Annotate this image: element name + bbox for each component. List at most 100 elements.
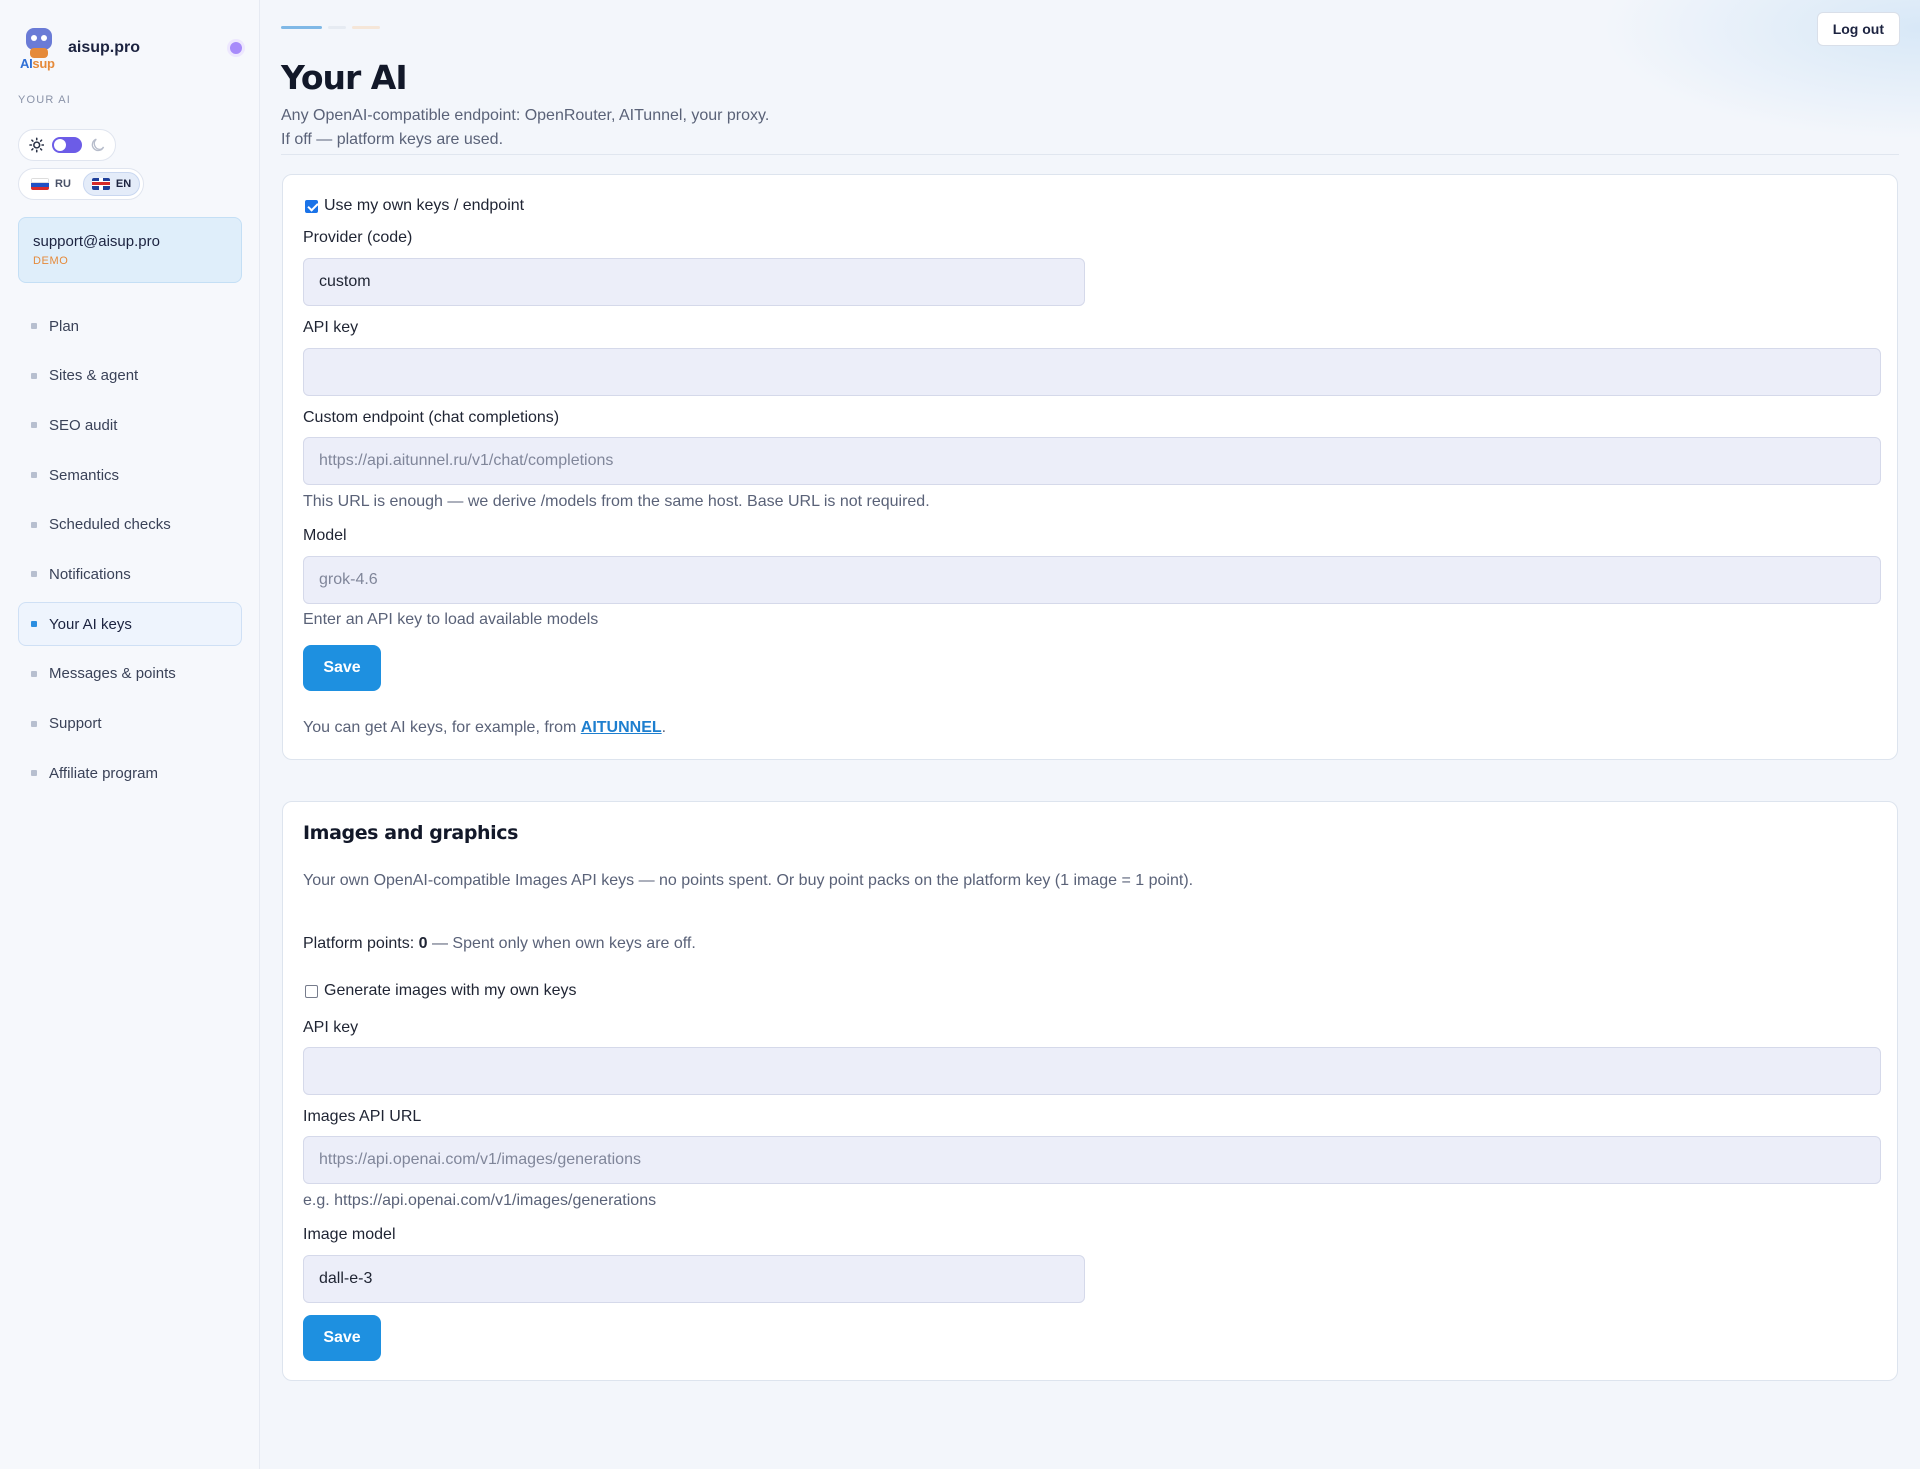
points-label: Platform points: bbox=[303, 935, 419, 952]
bullet-icon bbox=[31, 770, 37, 777]
russia-flag-icon bbox=[31, 178, 49, 190]
checkbox-label: Use my own keys / endpoint bbox=[324, 197, 525, 214]
page-progress bbox=[281, 26, 380, 29]
keys-source-note: You can get AI keys, for example, from A… bbox=[303, 719, 666, 737]
bullet-icon bbox=[31, 521, 37, 528]
sidebar-item-support[interactable]: Support bbox=[18, 702, 242, 746]
api-key-input[interactable] bbox=[303, 348, 1881, 396]
page-subtitle-line: If off — platform keys are used. bbox=[281, 131, 504, 148]
sidebar-item-messages-points[interactable]: Messages & points bbox=[18, 652, 242, 696]
bullet-icon bbox=[31, 571, 37, 578]
points-value: 0 bbox=[418, 935, 428, 952]
moon-icon bbox=[91, 138, 104, 152]
theme-switch[interactable] bbox=[52, 137, 82, 153]
sidebar-item-scheduled-checks[interactable]: Scheduled checks bbox=[18, 503, 242, 547]
sidebar-item-notifications[interactable]: Notifications bbox=[18, 552, 242, 596]
status-dot-icon bbox=[230, 42, 242, 54]
save-button[interactable]: Save bbox=[303, 645, 381, 691]
images-section-title: Images and graphics bbox=[303, 822, 519, 844]
robot-eye bbox=[41, 35, 47, 41]
account-email: support@aisup.pro bbox=[33, 233, 160, 250]
model-input[interactable] bbox=[303, 556, 1881, 604]
image-model-input[interactable] bbox=[303, 1255, 1085, 1303]
page-subtitle-line: Any OpenAI-compatible endpoint: OpenRout… bbox=[281, 107, 770, 124]
provider-input[interactable] bbox=[303, 258, 1085, 306]
images-description: Your own OpenAI-compatible Images API ke… bbox=[303, 872, 1194, 889]
images-api-key-label: API key bbox=[303, 1019, 359, 1036]
lang-en-label: EN bbox=[115, 178, 132, 190]
logout-button[interactable]: Log out bbox=[1816, 12, 1900, 46]
bullet-icon bbox=[31, 422, 37, 429]
lang-ru-button[interactable]: RU bbox=[23, 172, 79, 196]
bullet-icon bbox=[31, 372, 37, 379]
images-url-label: Images API URL bbox=[303, 1108, 422, 1125]
sidebar-item-your-ai-keys[interactable]: Your AI keys bbox=[18, 602, 242, 647]
images-url-input[interactable] bbox=[303, 1136, 1881, 1184]
images-save-button[interactable]: Save bbox=[303, 1315, 381, 1361]
robot-icon bbox=[26, 28, 52, 50]
use-own-keys-checkbox[interactable] bbox=[305, 199, 318, 213]
sidebar-item-semantics[interactable]: Semantics bbox=[18, 453, 242, 497]
sidebar-item-seo-audit[interactable]: SEO audit bbox=[18, 403, 242, 447]
model-hint: Enter an API key to load available model… bbox=[303, 611, 599, 628]
bullet-icon bbox=[31, 621, 37, 628]
divider bbox=[281, 154, 1899, 155]
points-note: — Spent only when own keys are off. bbox=[427, 935, 696, 952]
bullet-icon bbox=[31, 472, 37, 479]
aitunnel-link[interactable]: AITUNNEL bbox=[581, 719, 662, 736]
sidebar-item-label: Scheduled checks bbox=[49, 516, 171, 534]
sidebar-item-label: Affiliate program bbox=[49, 764, 158, 782]
images-card: Images and graphics Your own OpenAI-comp… bbox=[282, 801, 1898, 1381]
generate-own-keys-checkbox[interactable] bbox=[305, 984, 318, 998]
brand-name[interactable]: aisup.pro bbox=[68, 39, 140, 57]
progress-dash bbox=[328, 26, 346, 29]
bullet-icon bbox=[31, 720, 37, 727]
lang-en-button[interactable]: EN bbox=[82, 172, 141, 196]
images-url-hint: e.g. https://api.openai.com/v1/images/ge… bbox=[303, 1192, 657, 1209]
checkbox-label: Generate images with my own keys bbox=[324, 982, 577, 999]
lang-ru-label: RU bbox=[55, 178, 71, 190]
sidebar-item-label: Support bbox=[49, 715, 102, 732]
image-model-label: Image model bbox=[303, 1226, 396, 1243]
language-switch: RU EN bbox=[18, 168, 144, 200]
demo-badge: DEMO bbox=[33, 255, 69, 267]
sidebar-nav: Plan Sites & agent SEO audit Semantics S… bbox=[18, 304, 242, 801]
sidebar-item-label: Notifications bbox=[49, 565, 131, 583]
own-keys-card: Use my own keys / endpoint Provider (cod… bbox=[282, 174, 1898, 760]
sidebar-item-label: Semantics bbox=[49, 466, 120, 484]
sidebar-item-sites-agent[interactable]: Sites & agent bbox=[18, 354, 242, 398]
platform-points: Platform points: 0 — Spent only when own… bbox=[303, 935, 696, 953]
generate-own-keys-row[interactable]: Generate images with my own keys bbox=[305, 982, 577, 1000]
theme-toggle[interactable] bbox=[18, 129, 116, 161]
bullet-icon bbox=[31, 323, 37, 329]
sidebar-item-label: Sites & agent bbox=[49, 367, 139, 385]
robot-eye bbox=[31, 35, 37, 41]
note-text: . bbox=[661, 719, 667, 736]
sun-icon bbox=[29, 137, 45, 153]
sidebar-item-plan[interactable]: Plan bbox=[18, 304, 242, 348]
logo-wordmark: AIsup bbox=[20, 56, 55, 71]
note-text: You can get AI keys, for example, from bbox=[303, 719, 581, 736]
page-subtitle: Any OpenAI-compatible endpoint: OpenRout… bbox=[281, 104, 769, 152]
endpoint-input[interactable] bbox=[303, 437, 1881, 485]
sidebar: AIsup aisup.pro YOUR AI RU EN support@ai… bbox=[0, 0, 260, 1469]
provider-label: Provider (code) bbox=[303, 229, 413, 246]
bullet-icon bbox=[31, 670, 37, 677]
progress-dash bbox=[352, 26, 380, 29]
sidebar-item-label: Plan bbox=[49, 317, 80, 335]
progress-dash bbox=[281, 26, 322, 29]
api-key-label: API key bbox=[303, 319, 359, 336]
model-label: Model bbox=[303, 527, 347, 544]
use-own-keys-row[interactable]: Use my own keys / endpoint bbox=[305, 197, 524, 215]
endpoint-label: Custom endpoint (chat completions) bbox=[303, 409, 560, 426]
logo-row: AIsup aisup.pro bbox=[18, 26, 244, 71]
images-api-key-input[interactable] bbox=[303, 1047, 1881, 1095]
sidebar-item-label: Your AI keys bbox=[49, 615, 132, 633]
aisup-logo[interactable]: AIsup bbox=[18, 26, 62, 71]
account-card[interactable]: support@aisup.pro DEMO bbox=[18, 217, 242, 283]
sidebar-item-label: Messages & points bbox=[49, 665, 176, 683]
sidebar-item-affiliate-program[interactable]: Affiliate program bbox=[18, 751, 242, 795]
page-title: Your AI bbox=[281, 58, 408, 97]
uk-flag-icon bbox=[91, 178, 110, 190]
section-label: YOUR AI bbox=[18, 94, 72, 106]
